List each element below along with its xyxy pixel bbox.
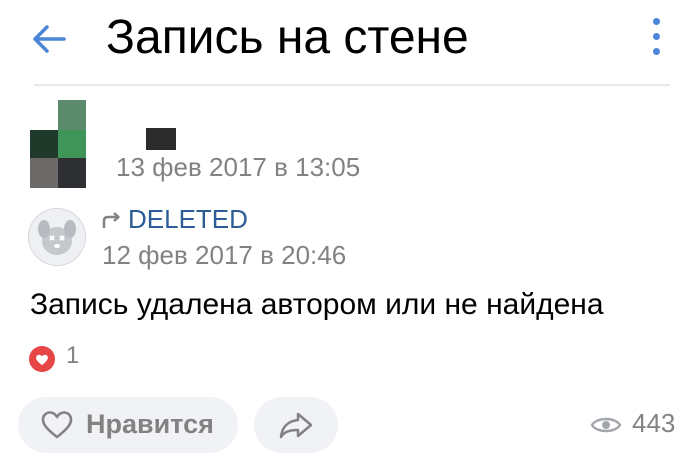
post-text: Запись удалена автором или не найдена xyxy=(30,288,604,321)
top-bar: Запись на стене xyxy=(0,0,700,84)
more-vertical-icon xyxy=(653,18,660,25)
share-button[interactable] xyxy=(254,397,338,453)
heart-outline-icon xyxy=(41,411,73,439)
dog-avatar-icon xyxy=(38,220,76,255)
author-name-censored[interactable] xyxy=(146,128,176,150)
author-avatar[interactable] xyxy=(30,100,86,188)
back-button[interactable] xyxy=(28,18,70,60)
repost-author-name[interactable]: DELETED xyxy=(128,204,248,235)
heart-filled-icon xyxy=(28,345,56,373)
post-date: 13 фев 2017 в 13:05 xyxy=(116,152,361,182)
more-options-button[interactable] xyxy=(642,14,670,60)
like-button-label: Нравится xyxy=(86,409,214,439)
deleted-user-avatar[interactable] xyxy=(28,208,86,266)
likes-count: 1 xyxy=(66,342,80,369)
eye-icon xyxy=(590,414,622,436)
page-title: Запись на стене xyxy=(106,11,469,64)
views-count: 443 xyxy=(632,408,676,438)
repost-arrow-icon xyxy=(100,210,122,230)
header-divider xyxy=(34,84,670,86)
like-button[interactable]: Нравится xyxy=(18,397,238,453)
repost-date: 12 фев 2017 в 20:46 xyxy=(102,240,347,270)
share-arrow-icon xyxy=(279,412,313,439)
arrow-left-icon xyxy=(33,25,66,53)
